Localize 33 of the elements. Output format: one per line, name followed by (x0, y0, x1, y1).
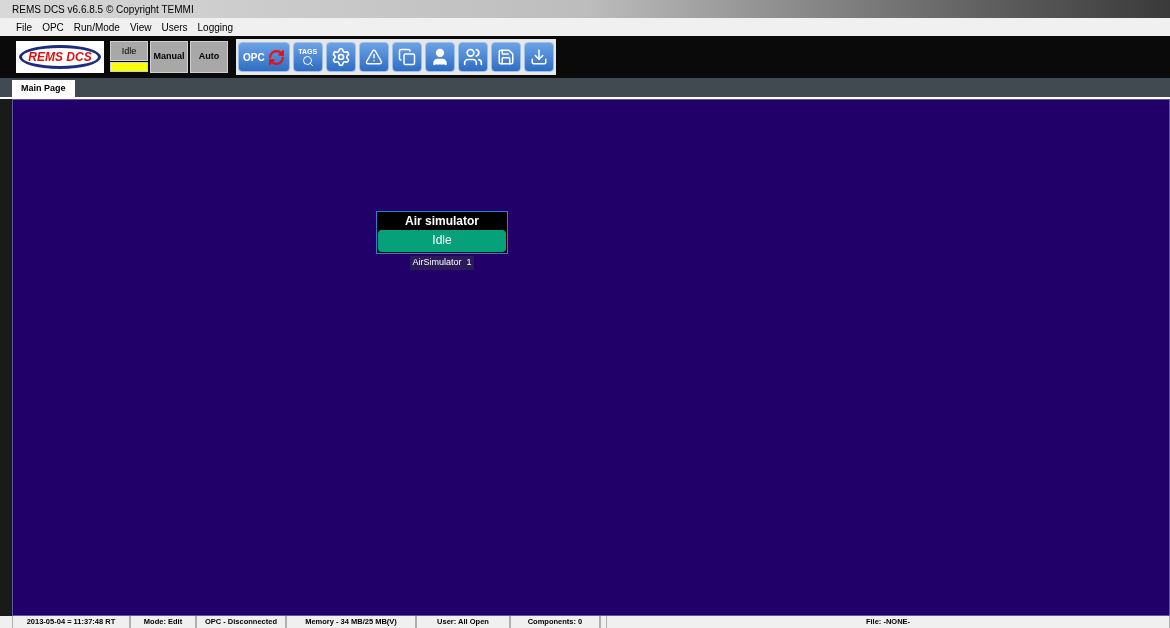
menu-item[interactable]: Run/Mode (73, 19, 120, 35)
download-icon (529, 48, 548, 66)
save-button[interactable] (490, 42, 521, 72)
pages-button[interactable] (391, 42, 422, 72)
component-state: Idle (378, 230, 506, 252)
opc-button[interactable]: OPC (238, 42, 290, 72)
user-button[interactable] (424, 42, 455, 72)
users-icon (462, 47, 483, 67)
mode-button[interactable]: Auto (190, 41, 228, 73)
refresh-icon (267, 48, 285, 66)
menu-item[interactable]: Logging (197, 19, 234, 35)
mode-button[interactable]: Manual (150, 41, 188, 73)
download-button[interactable] (523, 42, 554, 72)
settings-icon (330, 47, 351, 67)
save-icon (496, 48, 515, 66)
component-caption: AirSimulator 1 (410, 256, 474, 270)
alarm-button[interactable] (358, 42, 389, 72)
component-title: Air simulator (405, 213, 479, 230)
mode-indicator (110, 62, 148, 72)
logo: REMS DCS (16, 41, 104, 73)
mode-button[interactable]: Idle (110, 41, 148, 61)
alert-icon (364, 48, 383, 66)
menu-item[interactable]: View (129, 19, 152, 35)
window-title: REMS DCS v6.6.8.5 © Copyright TEMMI (12, 2, 194, 17)
page-tab[interactable]: Main Page (12, 80, 75, 97)
users-button[interactable] (457, 42, 488, 72)
pages-icon (397, 48, 416, 66)
menu-item[interactable]: Users (161, 19, 188, 35)
menu-item[interactable]: OPC (42, 19, 64, 35)
search-icon (301, 54, 314, 67)
component-block[interactable]: Air simulator Idle (376, 211, 508, 254)
settings-button[interactable] (325, 42, 356, 72)
menu-item[interactable]: File (16, 19, 33, 35)
